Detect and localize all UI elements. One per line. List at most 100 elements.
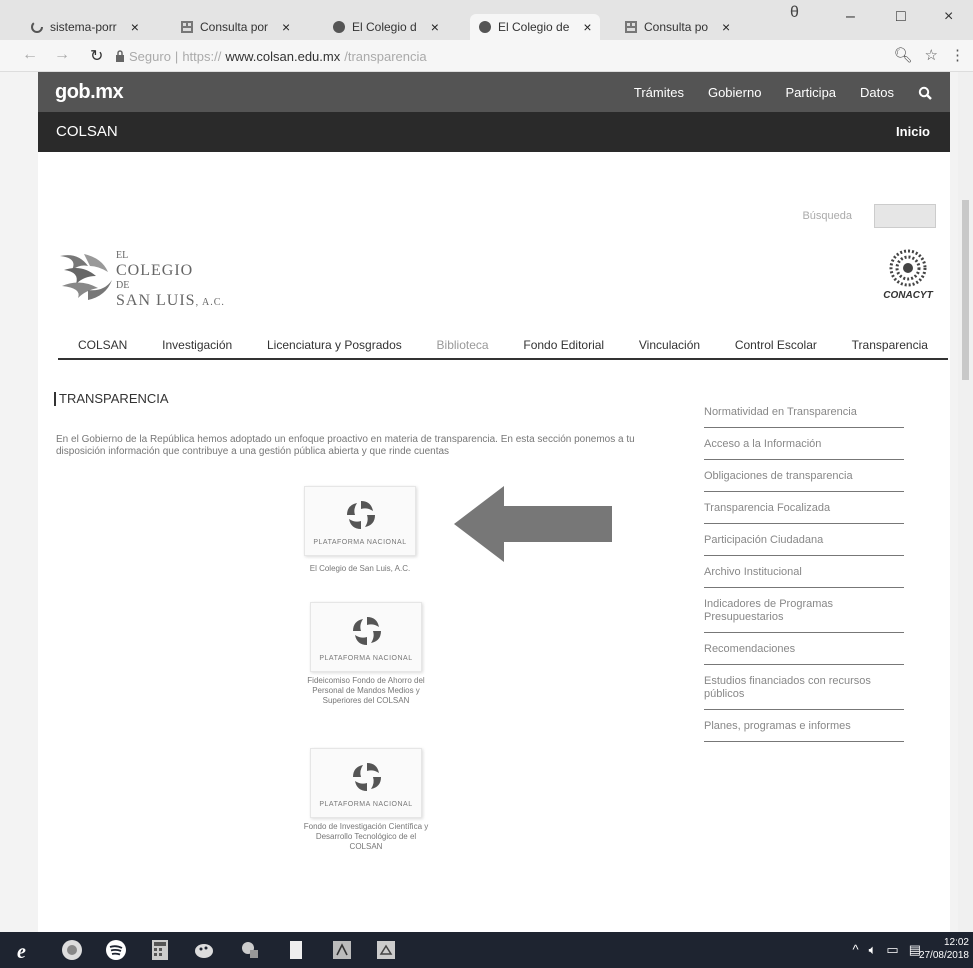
card-caption[interactable]: El Colegio de San Luis, A.C.: [295, 564, 425, 574]
sidebar-item-participacion[interactable]: Participación Ciudadana: [704, 524, 904, 556]
site-favicon-icon: [479, 21, 491, 33]
address-bar: ← → ↻ Seguro | https://www.colsan.edu.mx…: [0, 40, 973, 72]
card-label: PLATAFORMA NACIONAL: [319, 801, 413, 808]
inicio-link[interactable]: Inicio: [896, 124, 930, 139]
vertical-scroll-thumb[interactable]: [962, 200, 969, 380]
url-input[interactable]: Seguro | https://www.colsan.edu.mx/trans…: [115, 45, 945, 67]
spotify-icon[interactable]: [104, 938, 128, 962]
sidebar-item-focalizada[interactable]: Transparencia Focalizada: [704, 492, 904, 524]
tab-title: El Colegio d: [352, 20, 417, 34]
plataforma-card-fideicomiso-ahorro[interactable]: PLATAFORMA NACIONAL: [310, 602, 422, 672]
tab-title: sistema-porr: [50, 20, 117, 34]
main-nav-licenciatura[interactable]: Licenciatura y Posgrados: [267, 336, 402, 358]
plataforma-card-colsan[interactable]: PLATAFORMA NACIONAL: [304, 486, 416, 556]
back-icon[interactable]: ←: [22, 46, 38, 64]
document-icon[interactable]: [284, 938, 308, 962]
tab-close-icon[interactable]: ×: [282, 19, 290, 35]
intro-paragraph: En el Gobierno de la República hemos ado…: [56, 434, 635, 457]
card-caption[interactable]: Fondo de Investigación Científica y Desa…: [301, 822, 431, 852]
card-caption[interactable]: Fideicomiso Fondo de Ahorro del Personal…: [301, 676, 431, 706]
main-nav-biblioteca[interactable]: Biblioteca: [437, 336, 489, 358]
tab-close-icon[interactable]: ×: [583, 19, 591, 35]
bookmark-star-icon[interactable]: ☆: [925, 46, 938, 64]
main-nav-fondo-editorial[interactable]: Fondo Editorial: [523, 336, 604, 358]
maximize-icon[interactable]: □: [896, 8, 906, 26]
close-window-icon[interactable]: ×: [944, 8, 953, 26]
colsan-title[interactable]: COLSAN: [56, 123, 118, 140]
url-path: /transparencia: [344, 48, 427, 64]
browser-tab-1[interactable]: sistema-porr ×: [22, 14, 147, 40]
main-nav-transparencia[interactable]: Transparencia: [852, 336, 928, 358]
conacyt-logo[interactable]: CONACYT: [878, 248, 938, 308]
clock-date: 27/08/2018: [918, 950, 969, 961]
nav-tramites[interactable]: Trámites: [634, 85, 684, 100]
minimize-icon[interactable]: –: [846, 8, 855, 26]
page-title: TRANSPARENCIA: [54, 392, 169, 406]
zoom-icon[interactable]: 🔍︎: [894, 46, 913, 64]
pdf-reader-icon[interactable]: [374, 938, 398, 962]
search-label: Búsqueda: [802, 210, 852, 222]
site-favicon-icon: [333, 21, 345, 33]
sidebar-item-planes[interactable]: Planes, programas e informes: [704, 710, 904, 742]
gob-header: gob.mx Trámites Gobierno Participa Datos: [38, 72, 950, 112]
nav-datos[interactable]: Datos: [860, 85, 894, 100]
tab-close-icon[interactable]: ×: [431, 19, 439, 35]
taskbar-clock[interactable]: 12:02 27/08/2018: [919, 936, 969, 962]
colsan-logo[interactable]: EL COLEGIO DE SAN LUIS, A.C.: [58, 248, 258, 310]
browser-tab-5[interactable]: Consulta po ×: [616, 14, 738, 40]
browser-tab-4-active[interactable]: El Colegio de ×: [470, 14, 600, 40]
sidebar-item-archivo[interactable]: Archivo Institucional: [704, 556, 904, 588]
secure-label: Seguro: [129, 48, 171, 64]
app-icon[interactable]: [238, 938, 262, 962]
browser-tab-2[interactable]: Consulta por ×: [172, 14, 298, 40]
acrobat-icon[interactable]: [330, 938, 354, 962]
plataforma-nacional-logo-icon: [353, 763, 381, 791]
sidebar-item-recomendaciones[interactable]: Recomendaciones: [704, 633, 904, 665]
tab-title: Consulta por: [200, 20, 269, 34]
clock-time: 12:02: [943, 937, 969, 948]
web-page: gob.mx Trámites Gobierno Participa Datos…: [38, 72, 950, 942]
search-button[interactable]: [874, 204, 936, 228]
main-nav: COLSAN Investigación Licenciatura y Posg…: [58, 336, 948, 360]
volume-icon[interactable]: 🔈︎: [869, 942, 877, 958]
plataforma-card-fondo-investigacion[interactable]: PLATAFORMA NACIONAL: [310, 748, 422, 818]
reload-icon[interactable]: ↻: [90, 46, 103, 66]
edge-browser-icon[interactable]: e: [14, 938, 38, 962]
card-label: PLATAFORMA NACIONAL: [319, 655, 413, 662]
site-favicon-icon: [181, 21, 193, 33]
tab-close-icon[interactable]: ×: [131, 19, 139, 35]
sidebar-item-obligaciones[interactable]: Obligaciones de transparencia: [704, 460, 904, 492]
nav-gobierno[interactable]: Gobierno: [708, 85, 761, 100]
logo-line-de: DE: [116, 280, 130, 291]
tray-chevron-icon[interactable]: ^: [852, 942, 858, 958]
conacyt-emblem-icon: [889, 249, 927, 287]
main-nav-control-escolar[interactable]: Control Escolar: [735, 336, 817, 358]
sidebar-item-indicadores[interactable]: Indicadores de Programas Presupuestarios: [704, 588, 904, 633]
colsan-bar: COLSAN Inicio: [38, 112, 950, 152]
paint-icon[interactable]: [192, 938, 216, 962]
nav-participa[interactable]: Participa: [785, 85, 836, 100]
sidebar-item-acceso[interactable]: Acceso a la Información: [704, 428, 904, 460]
sidebar-item-normatividad[interactable]: Normatividad en Transparencia: [704, 396, 904, 428]
main-nav-investigacion[interactable]: Investigación: [162, 336, 232, 358]
network-icon[interactable]: ▭: [886, 942, 898, 958]
lock-icon: [116, 50, 124, 62]
url-scheme: https://: [182, 48, 222, 64]
profile-icon[interactable]: θ: [790, 4, 799, 22]
browser-tab-3[interactable]: El Colegio d ×: [324, 14, 447, 40]
sidebar-item-estudios[interactable]: Estudios financiados con recursos públic…: [704, 665, 904, 710]
calculator-icon[interactable]: [148, 938, 172, 962]
menu-kebab-icon[interactable]: ⋮: [950, 46, 965, 64]
main-nav-vinculacion[interactable]: Vinculación: [639, 336, 700, 358]
forward-icon[interactable]: →: [54, 46, 70, 64]
site-favicon-icon: [625, 21, 637, 33]
gob-logo[interactable]: gob.mx: [55, 81, 124, 104]
firefox-icon[interactable]: [60, 938, 84, 962]
tab-close-icon[interactable]: ×: [722, 19, 730, 35]
main-nav-colsan[interactable]: COLSAN: [78, 336, 127, 358]
logo-suffix: , A.C.: [195, 297, 225, 308]
tab-title: El Colegio de: [498, 20, 570, 34]
logo-line-san-luis: SAN LUIS: [116, 292, 196, 309]
tab-title: Consulta po: [644, 20, 709, 34]
search-icon[interactable]: [918, 86, 932, 100]
